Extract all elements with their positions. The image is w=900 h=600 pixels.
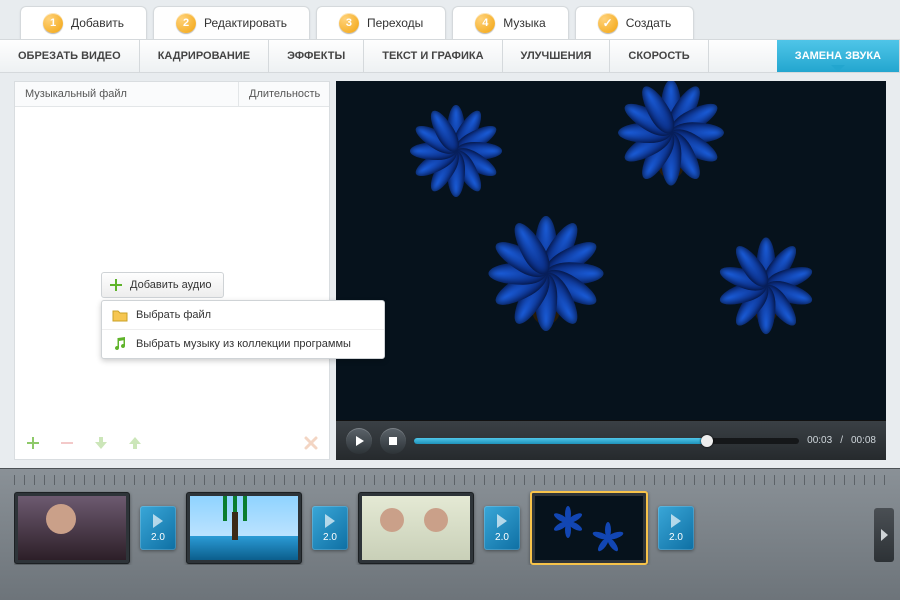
clip-2[interactable]: 2 ✎ 00:21 (186, 492, 302, 564)
transition-duration: 2.0 (323, 532, 337, 543)
clip-thumb (18, 496, 126, 560)
clip-3[interactable]: 3 ✎ 00:10 (358, 492, 474, 564)
transition-icon (497, 514, 507, 528)
add-track-button[interactable] (23, 433, 43, 453)
seek-fill (414, 438, 707, 444)
subtab-replace-audio[interactable]: ЗАМЕНА ЗВУКА (777, 40, 900, 72)
choose-file-item[interactable]: Выбрать файл (102, 301, 384, 329)
play-icon (356, 436, 364, 446)
check-icon (598, 13, 618, 33)
clip-thumb (535, 496, 643, 560)
step-label: Переходы (367, 16, 423, 30)
subtab-text[interactable]: ТЕКСТ И ГРАФИКА (364, 40, 502, 72)
choose-file-label: Выбрать файл (136, 309, 211, 321)
col-music-file: Музыкальный файл (15, 82, 239, 106)
step-badge-2-icon: 2 (176, 13, 196, 33)
add-audio-button[interactable]: Добавить аудио (101, 272, 224, 298)
audio-table-header: Музыкальный файл Длительность (15, 82, 329, 107)
time-current: 00:03 (807, 435, 832, 446)
plus-icon (108, 277, 124, 293)
move-down-button[interactable] (91, 433, 111, 453)
step-music[interactable]: 4 Музыка (452, 6, 568, 39)
step-create[interactable]: Создать (575, 6, 695, 39)
time-total: 00:08 (851, 435, 876, 446)
preview-viewport (336, 81, 886, 420)
play-button[interactable] (346, 428, 372, 454)
subtab-crop[interactable]: КАДРИРОВАНИЕ (140, 40, 269, 72)
step-badge-3-icon: 3 (339, 13, 359, 33)
delete-button[interactable] (301, 433, 321, 453)
transition-duration: 2.0 (151, 532, 165, 543)
transition-duration: 2.0 (495, 532, 509, 543)
step-label: Создать (626, 16, 672, 30)
audio-list-toolbar (23, 433, 321, 453)
transition-4[interactable]: 2.0 (658, 506, 694, 550)
choose-from-library-item[interactable]: Выбрать музыку из коллекции программы (102, 329, 384, 358)
transition-icon (325, 514, 335, 528)
step-tabs: 1 Добавить 2 Редактировать 3 Переходы 4 … (0, 0, 900, 39)
clip-thumb (362, 496, 470, 560)
subtab-trim[interactable]: ОБРЕЗАТЬ ВИДЕО (0, 40, 140, 72)
stop-icon (389, 437, 397, 445)
music-note-icon (112, 336, 128, 352)
preview-panel: 00:03 / 00:08 (336, 81, 886, 460)
transition-duration: 2.0 (669, 532, 683, 543)
clip-1[interactable]: 1 ✎ 00:08 (14, 492, 130, 564)
seek-thumb[interactable] (701, 435, 713, 447)
add-audio-popover: Выбрать файл Выбрать музыку из коллекции… (101, 300, 385, 359)
transition-1[interactable]: 2.0 (140, 506, 176, 550)
timeline: 1 ✎ 00:08 2.0 2 ✎ 00:21 2.0 (0, 468, 900, 600)
timeline-ruler (14, 475, 886, 485)
folder-icon (112, 307, 128, 323)
time-sep: / (840, 435, 843, 446)
remove-track-button[interactable] (57, 433, 77, 453)
step-badge-4-icon: 4 (475, 13, 495, 33)
choose-from-library-label: Выбрать музыку из коллекции программы (136, 338, 351, 350)
transition-2[interactable]: 2.0 (312, 506, 348, 550)
seek-slider[interactable] (414, 438, 799, 444)
add-audio-label: Добавить аудио (130, 279, 211, 291)
step-add[interactable]: 1 Добавить (20, 6, 147, 39)
subtab-effects[interactable]: ЭФФЕКТЫ (269, 40, 364, 72)
edit-subtabs: ОБРЕЗАТЬ ВИДЕО КАДРИРОВАНИЕ ЭФФЕКТЫ ТЕКС… (0, 39, 900, 73)
step-label: Редактировать (204, 16, 287, 30)
subtab-speed[interactable]: СКОРОСТЬ (610, 40, 708, 72)
step-transitions[interactable]: 3 Переходы (316, 6, 446, 39)
step-label: Добавить (71, 16, 124, 30)
transition-icon (671, 514, 681, 528)
timeline-clips: 1 ✎ 00:08 2.0 2 ✎ 00:21 2.0 (14, 491, 886, 565)
transition-3[interactable]: 2.0 (484, 506, 520, 550)
clip-4[interactable]: 4 ✎ 00:08 (530, 491, 648, 565)
audio-list-panel: Музыкальный файл Длительность Добавить а… (14, 81, 330, 460)
player-controls: 00:03 / 00:08 (336, 420, 886, 460)
step-label: Музыка (503, 16, 545, 30)
col-duration: Длительность (239, 82, 329, 106)
transition-icon (153, 514, 163, 528)
clip-thumb (190, 496, 298, 560)
stop-button[interactable] (380, 428, 406, 454)
step-edit[interactable]: 2 Редактировать (153, 6, 310, 39)
step-badge-1-icon: 1 (43, 13, 63, 33)
subtab-enhance[interactable]: УЛУЧШЕНИЯ (503, 40, 611, 72)
timeline-next-button[interactable] (874, 508, 894, 562)
move-up-button[interactable] (125, 433, 145, 453)
